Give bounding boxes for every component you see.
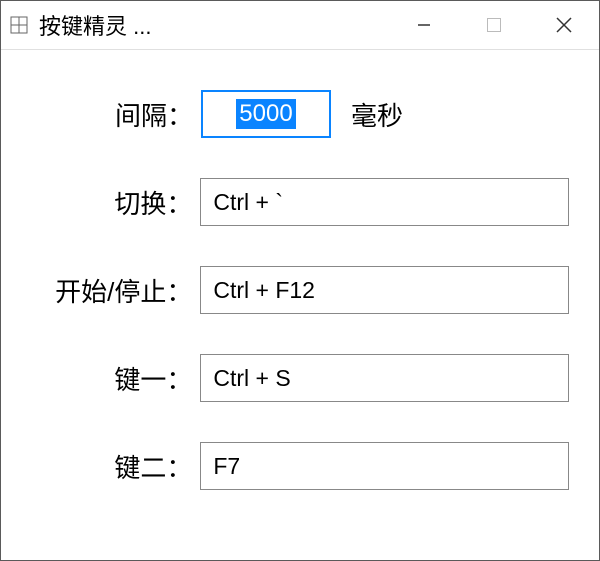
window-title: 按键精灵 ... <box>39 9 151 41</box>
interval-row: 间隔： 5000 毫秒 <box>31 90 569 138</box>
startstop-input[interactable] <box>200 266 569 314</box>
switch-label: 切换： <box>31 184 200 221</box>
key2-row: 键二： <box>31 442 569 490</box>
maximize-button[interactable] <box>459 1 529 49</box>
app-icon <box>9 15 29 35</box>
key2-label: 键二： <box>31 448 200 485</box>
maximize-icon <box>487 18 501 32</box>
startstop-row: 开始/停止： <box>31 266 569 314</box>
switch-row: 切换： <box>31 178 569 226</box>
key1-row: 键一： <box>31 354 569 402</box>
form-content: 间隔： 5000 毫秒 切换： 开始/停止： 键一： 键二： <box>1 50 599 560</box>
app-window: 按键精灵 ... 间隔： 5000 <box>0 0 600 561</box>
titlebar: 按键精灵 ... <box>1 1 599 50</box>
key2-input[interactable] <box>200 442 569 490</box>
key1-label: 键一： <box>31 360 200 397</box>
close-button[interactable] <box>529 1 599 49</box>
interval-label: 间隔： <box>31 96 201 133</box>
startstop-label: 开始/停止： <box>31 272 200 309</box>
interval-input[interactable]: 5000 <box>201 90 331 138</box>
switch-input[interactable] <box>200 178 569 226</box>
interval-value: 5000 <box>236 99 295 129</box>
minimize-button[interactable] <box>389 1 459 49</box>
interval-unit: 毫秒 <box>351 96 403 133</box>
key1-input[interactable] <box>200 354 569 402</box>
window-controls <box>389 1 599 49</box>
